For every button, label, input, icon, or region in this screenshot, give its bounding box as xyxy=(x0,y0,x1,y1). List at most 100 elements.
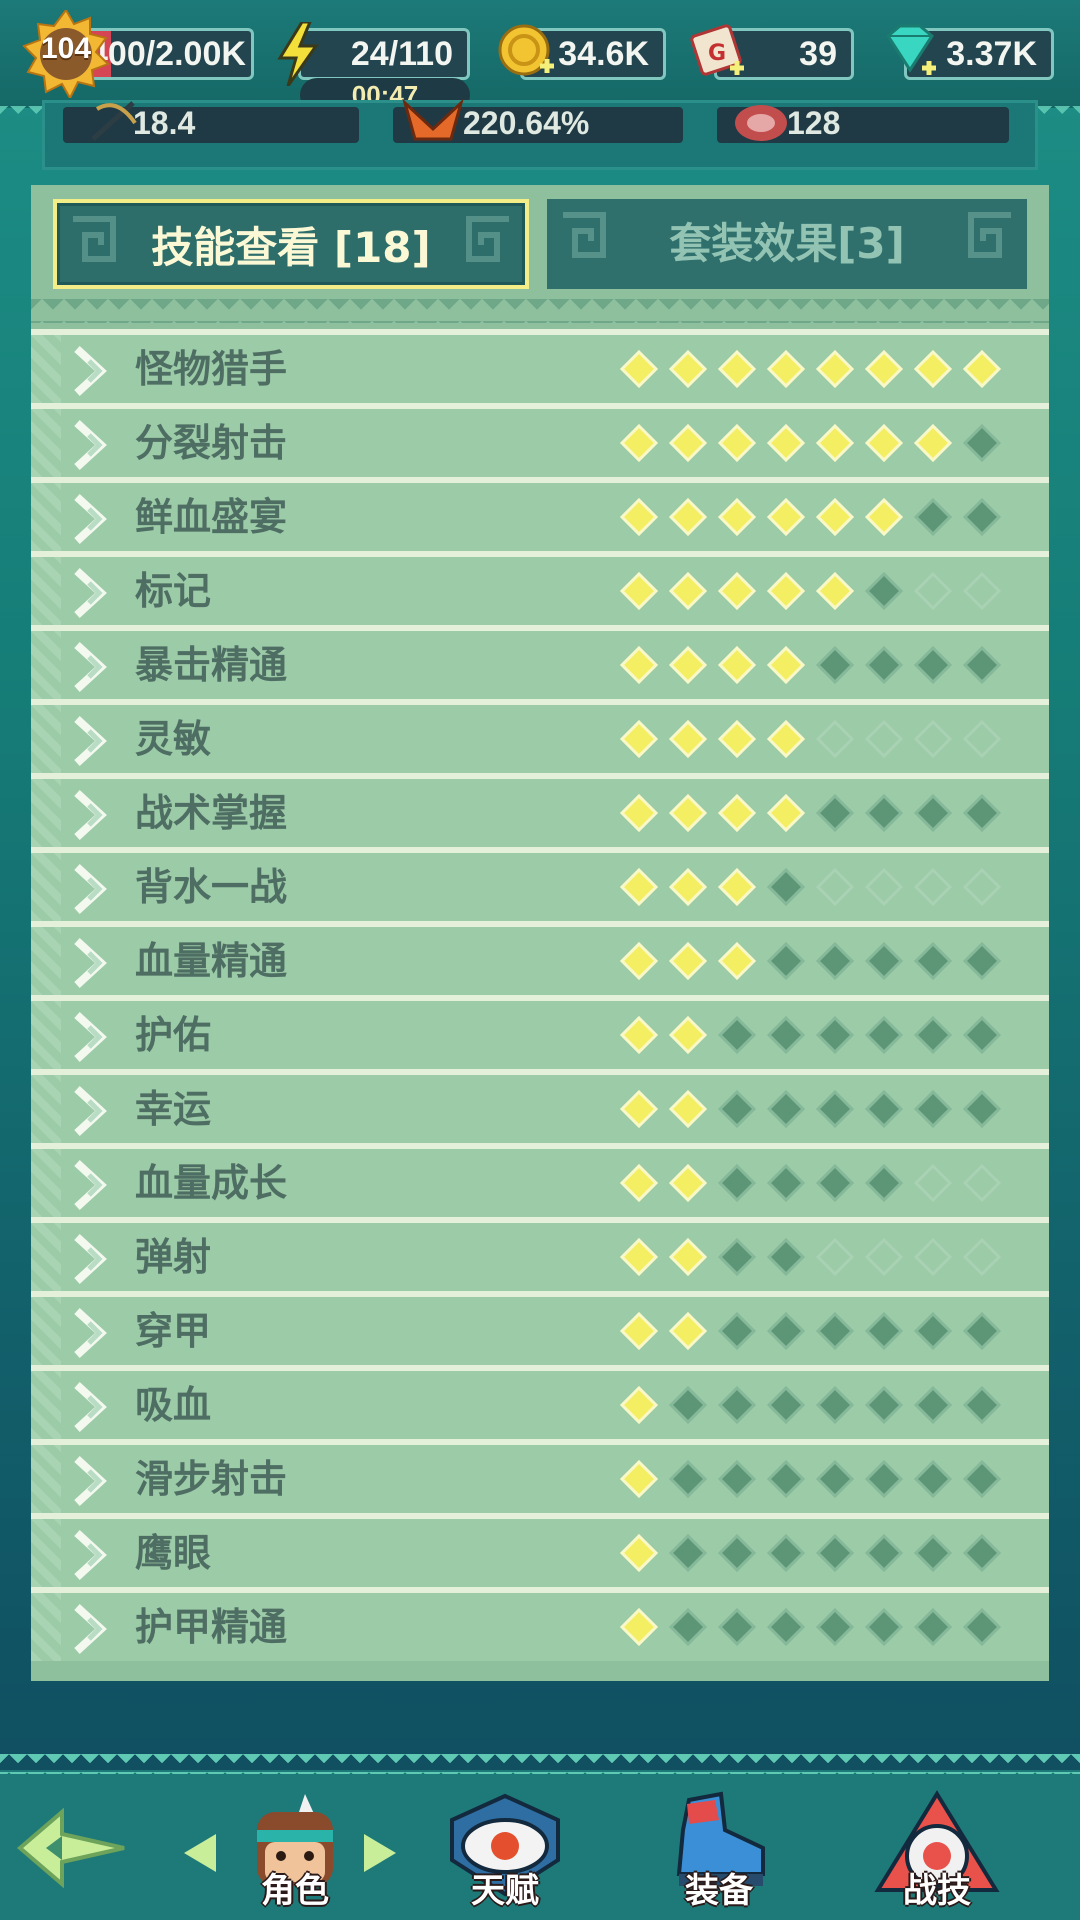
skill-name: 战术掌握 xyxy=(135,791,288,835)
skill-row[interactable]: 暴击精通 xyxy=(31,625,1049,699)
skill-pip-lit xyxy=(766,719,806,759)
player-level-badge[interactable]: 104 xyxy=(22,8,110,101)
skill-row[interactable]: 护佑 xyxy=(31,995,1049,1069)
skill-row[interactable]: 幸运 xyxy=(31,1069,1049,1143)
chevron-right-icon xyxy=(74,864,107,914)
skill-pip-empty xyxy=(815,645,855,685)
tab-set-effects[interactable]: 套装效果[3] xyxy=(547,199,1027,289)
skill-pip-lit xyxy=(668,1015,708,1055)
chevron-right-icon xyxy=(74,1530,107,1580)
skill-name: 幸运 xyxy=(135,1087,212,1131)
skill-level-pips xyxy=(619,1015,1019,1055)
tab-skill-view[interactable]: 技能查看 [18] xyxy=(53,199,529,289)
skill-pip-empty xyxy=(815,793,855,833)
skill-pip-locked xyxy=(962,571,1002,611)
skill-name: 鹰眼 xyxy=(135,1531,212,1575)
skill-pip-empty xyxy=(766,867,806,907)
skill-pip-empty xyxy=(913,1385,953,1425)
skill-name: 鲜血盛宴 xyxy=(135,495,288,539)
skill-pip-lit xyxy=(619,645,659,685)
skill-row[interactable]: 血量成长 xyxy=(31,1143,1049,1217)
skill-row[interactable]: 吸血 xyxy=(31,1365,1049,1439)
skill-row[interactable]: 鹰眼 xyxy=(31,1513,1049,1587)
skill-row[interactable]: 怪物猎手 xyxy=(31,329,1049,403)
skill-pip-empty xyxy=(668,1533,708,1573)
chevron-right-icon xyxy=(74,1604,107,1654)
chevron-right-icon xyxy=(74,790,107,840)
skill-row[interactable]: 灵敏 xyxy=(31,699,1049,773)
skill-row[interactable]: 标记 xyxy=(31,551,1049,625)
chevron-right-icon xyxy=(74,420,107,470)
bow-icon xyxy=(91,101,137,141)
skill-pip-lit xyxy=(619,719,659,759)
skill-row[interactable]: 穿甲 xyxy=(31,1291,1049,1365)
skill-row[interactable]: 弹射 xyxy=(31,1217,1049,1291)
skill-pip-empty xyxy=(913,1089,953,1129)
skill-row[interactable]: 血量精通 xyxy=(31,921,1049,995)
skill-pip-lit xyxy=(668,1163,708,1203)
skill-pip-lit xyxy=(815,349,855,389)
skill-row[interactable]: 分裂射击 xyxy=(31,403,1049,477)
skill-row[interactable]: 背水一战 xyxy=(31,847,1049,921)
skill-pip-empty xyxy=(913,1015,953,1055)
gold-coin-icon[interactable] xyxy=(496,22,556,84)
skill-row[interactable]: 战术掌握 xyxy=(31,773,1049,847)
skill-name: 暴击精通 xyxy=(135,643,288,687)
skill-pip-lit xyxy=(668,1237,708,1277)
skill-level-pips xyxy=(619,793,1019,833)
skill-row[interactable]: 鲜血盛宴 xyxy=(31,477,1049,551)
skill-pip-empty xyxy=(962,1385,1002,1425)
skill-pip-empty xyxy=(864,1163,904,1203)
nav-talent[interactable]: 天赋 xyxy=(430,1790,580,1920)
scroll-ticket-icon[interactable]: G xyxy=(690,22,750,84)
tab-ornament-icon xyxy=(563,212,606,258)
skill-pip-empty xyxy=(766,1237,806,1277)
xp-text: 400/2.00K xyxy=(89,35,246,73)
skill-pip-empty xyxy=(717,1385,757,1425)
skill-pip-lit xyxy=(619,423,659,463)
diamond-gem-icon[interactable] xyxy=(878,22,942,84)
nav-combat-skill[interactable]: 战技 xyxy=(862,1790,1012,1920)
nav-combat-skill-label: 战技 xyxy=(903,1871,971,1911)
meat-value: 128 xyxy=(787,105,841,141)
skill-row[interactable]: 护甲精通 xyxy=(31,1587,1049,1661)
chevron-right-icon xyxy=(74,1086,107,1136)
skill-pip-locked xyxy=(864,867,904,907)
skill-pip-empty xyxy=(962,1607,1002,1647)
skill-pip-lit xyxy=(717,867,757,907)
skill-pip-empty xyxy=(766,1607,806,1647)
skill-pip-empty xyxy=(864,793,904,833)
skill-name: 血量精通 xyxy=(135,939,288,983)
skill-row[interactable]: 滑步射击 xyxy=(31,1439,1049,1513)
skill-pip-empty xyxy=(864,941,904,981)
right-arrow-icon[interactable] xyxy=(360,1830,400,1876)
left-arrow-icon[interactable] xyxy=(180,1830,220,1876)
energy-pill[interactable]: 24/110 xyxy=(298,28,470,80)
skill-name: 滑步射击 xyxy=(135,1457,288,1501)
skill-pip-locked xyxy=(962,867,1002,907)
skill-pip-lit xyxy=(815,423,855,463)
skill-name: 护佑 xyxy=(135,1013,212,1057)
skill-pip-locked xyxy=(962,1163,1002,1203)
skill-pip-empty xyxy=(962,1311,1002,1351)
skill-pip-empty xyxy=(815,1533,855,1573)
skill-pip-lit xyxy=(668,1311,708,1351)
chevron-right-icon xyxy=(74,1382,107,1432)
scroll-text: 39 xyxy=(799,35,837,73)
xp-bar: 400/2.00K xyxy=(86,28,254,80)
nav-equipment[interactable]: 装备 xyxy=(644,1790,794,1920)
skill-pip-lit xyxy=(717,571,757,611)
energy-text: 24/110 xyxy=(350,35,453,73)
skill-pip-empty xyxy=(864,1311,904,1351)
back-arrow-icon[interactable] xyxy=(14,1806,134,1890)
skill-pip-lit xyxy=(619,1163,659,1203)
skill-name: 背水一战 xyxy=(135,865,288,909)
skill-pip-empty xyxy=(815,1089,855,1129)
skill-pip-lit xyxy=(668,571,708,611)
skill-pip-empty xyxy=(766,1163,806,1203)
skill-pip-lit xyxy=(815,571,855,611)
skill-pip-lit xyxy=(717,645,757,685)
nav-character[interactable]: 角色 xyxy=(220,1790,370,1920)
skill-pip-empty xyxy=(962,1089,1002,1129)
skill-pip-lit xyxy=(619,793,659,833)
